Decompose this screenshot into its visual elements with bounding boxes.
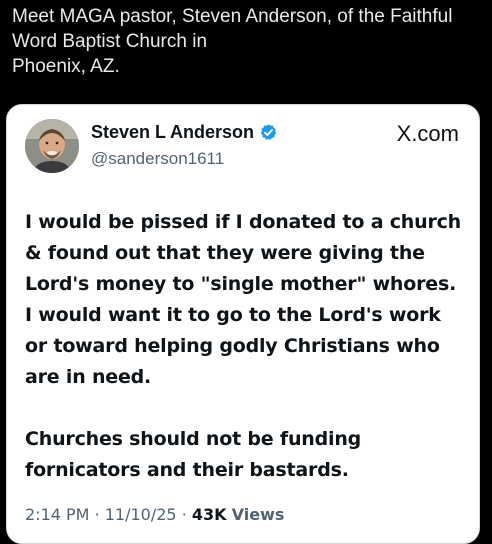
- views-count: 43K: [191, 505, 227, 524]
- tweet-time[interactable]: 2:14 PM: [25, 505, 89, 524]
- tweet-card[interactable]: Steven L Anderson @sanderson1611 X.com I…: [6, 104, 480, 544]
- author-handle[interactable]: @sanderson1611: [91, 149, 224, 169]
- tweet-paragraph: Churches should not be funding fornicato…: [25, 428, 362, 481]
- x-logo-icon: X.com: [396, 121, 459, 146]
- tweet-meta: 2:14 PM · 11/10/25 · 43K Views: [25, 505, 284, 524]
- avatar[interactable]: [25, 119, 79, 173]
- caption-line: Meet MAGA pastor, Steven Anderson, of th…: [12, 6, 453, 27]
- caption-line: Phoenix, AZ.: [12, 56, 120, 77]
- author-name-row[interactable]: Steven L Anderson: [91, 122, 278, 143]
- verified-badge-icon: [259, 123, 278, 142]
- author-name[interactable]: Steven L Anderson: [91, 122, 254, 143]
- tweet-body: I would be pissed if I donated to a chur…: [25, 207, 465, 486]
- meta-separator: ·: [94, 505, 100, 524]
- meta-separator: ·: [181, 505, 187, 524]
- views-label: Views: [231, 505, 285, 524]
- tweet-paragraph: I would be pissed if I donated to a chur…: [25, 211, 462, 388]
- post-caption: Meet MAGA pastor, Steven Anderson, of th…: [12, 4, 482, 79]
- brand-label[interactable]: X.com: [397, 121, 459, 147]
- tweet-date[interactable]: 11/10/25: [105, 505, 177, 524]
- caption-line: Word Baptist Church in: [12, 31, 208, 52]
